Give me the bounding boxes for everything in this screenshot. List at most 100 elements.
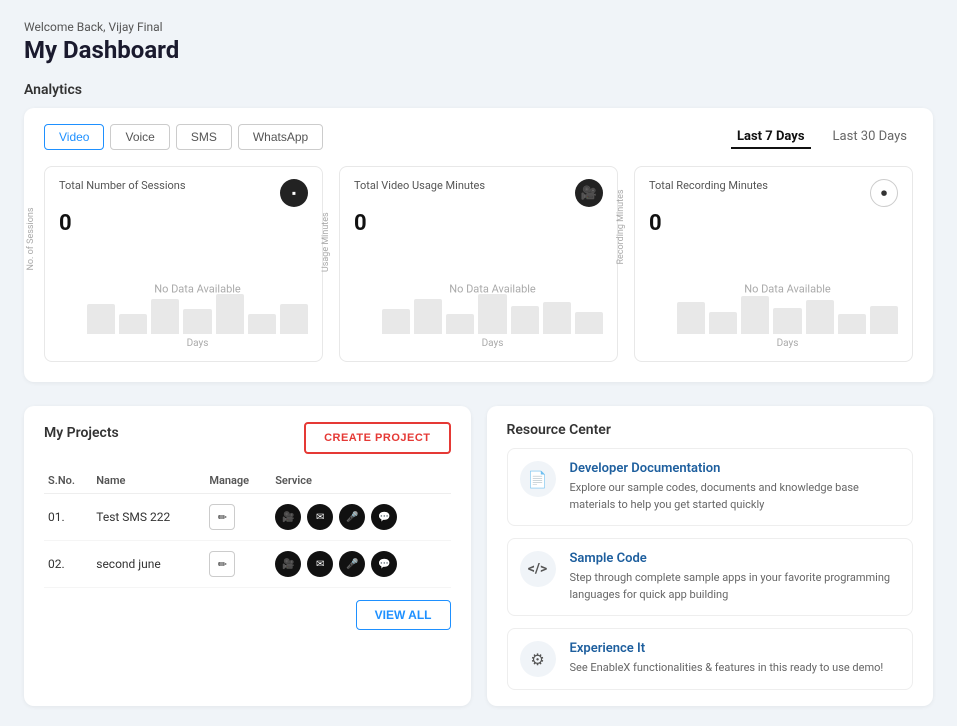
row1-name: Test SMS 222 (92, 494, 205, 541)
service-icons-row1: 🎥 ✉ 🎤 💬 (275, 504, 446, 530)
row2-manage: ✏ (205, 541, 271, 588)
chart-sessions-header: Total Number of Sessions ▪ (59, 179, 308, 207)
chart-recording-header: Total Recording Minutes ⏺ (649, 179, 898, 207)
col-manage: Manage (205, 468, 271, 494)
bar (216, 294, 244, 334)
audio-icon-row1[interactable]: 🎤 (339, 504, 365, 530)
sms-icon-row2[interactable]: ✉ (307, 551, 333, 577)
chart-recording-nodata: No Data Available (744, 283, 831, 296)
projects-header: My Projects CREATE PROJECT (44, 422, 451, 454)
tab-sms[interactable]: SMS (176, 124, 232, 150)
page-title: My Dashboard (24, 36, 933, 64)
view-all-button[interactable]: VIEW ALL (356, 600, 451, 630)
sms-icon-row1[interactable]: ✉ (307, 504, 333, 530)
chart-recording-label: Total Recording Minutes (649, 179, 768, 192)
bar (87, 304, 115, 334)
chart-usage-x: Days (382, 338, 603, 349)
row1-service: 🎥 ✉ 🎤 💬 (271, 494, 450, 541)
chart-usage-value: 0 (354, 211, 603, 236)
edit-button-row1[interactable]: ✏ (209, 504, 235, 530)
bar (280, 304, 308, 334)
bar (543, 302, 571, 334)
bar (248, 314, 276, 334)
edit-button-row2[interactable]: ✏ (209, 551, 235, 577)
chart-usage-nodata: No Data Available (449, 283, 536, 296)
chart-recording-wrapper: Recording Minutes No Data Available (649, 244, 898, 349)
tab-whatsapp[interactable]: WhatsApp (238, 124, 323, 150)
resource-text-sample: Sample Code Step through complete sample… (570, 551, 901, 603)
resource-text-experience: Experience It See EnableX functionalitie… (570, 641, 884, 677)
table-header-row: S.No. Name Manage Service (44, 468, 451, 494)
row2-service: 🎥 ✉ 🎤 💬 (271, 541, 450, 588)
experience-title: Experience It (570, 641, 884, 656)
projects-title: My Projects (44, 425, 119, 441)
chart-usage-area: No Data Available (382, 244, 603, 334)
filter-7days[interactable]: Last 7 Days (731, 126, 811, 149)
bar (446, 314, 474, 334)
bottom-row: My Projects CREATE PROJECT S.No. Name Ma… (24, 406, 933, 706)
bar (478, 294, 506, 334)
chart-recording-icon: ⏺ (870, 179, 898, 207)
row2-sno: 02. (44, 541, 92, 588)
table-row: 02. second june ✏ 🎥 ✉ 🎤 💬 (44, 541, 451, 588)
whatsapp-icon-row2[interactable]: 💬 (371, 551, 397, 577)
projects-table: S.No. Name Manage Service 01. Test SMS 2… (44, 468, 451, 588)
charts-row: Total Number of Sessions ▪ 0 No. of Sess… (44, 166, 913, 362)
resource-panel: Resource Center 📄 Developer Documentatio… (487, 406, 934, 706)
analytics-card: Video Voice SMS WhatsApp Last 7 Days Las… (24, 108, 933, 382)
bar (183, 309, 211, 334)
chart-sessions-value: 0 (59, 211, 308, 236)
bar (382, 309, 410, 334)
sample-title: Sample Code (570, 551, 901, 566)
chart-sessions-wrapper: No. of Sessions No Data Available (59, 244, 308, 349)
tabs-left: Video Voice SMS WhatsApp (44, 124, 323, 150)
row1-manage: ✏ (205, 494, 271, 541)
row1-sno: 01. (44, 494, 92, 541)
sample-code-icon: </> (520, 551, 556, 587)
chart-usage-wrapper: Usage Minutes No Data Available (354, 244, 603, 349)
sample-description: Step through complete sample apps in you… (570, 570, 901, 603)
bar (575, 312, 603, 334)
video-icon-row2[interactable]: 🎥 (275, 551, 301, 577)
bar (414, 299, 442, 334)
chart-sessions-icon: ▪ (280, 179, 308, 207)
chart-usage-header: Total Video Usage Minutes 🎥 (354, 179, 603, 207)
service-icons-row2: 🎥 ✉ 🎤 💬 (275, 551, 446, 577)
tab-video[interactable]: Video (44, 124, 104, 150)
chart-sessions-area: No Data Available (87, 244, 308, 334)
resource-title: Resource Center (507, 422, 914, 438)
row2-name: second june (92, 541, 205, 588)
bar (838, 314, 866, 334)
video-icon-row1[interactable]: 🎥 (275, 504, 301, 530)
docs-description: Explore our sample codes, documents and … (570, 480, 901, 513)
resource-card-experience[interactable]: ⚙ Experience It See EnableX functionalit… (507, 628, 914, 690)
bar (709, 312, 737, 334)
bar (806, 300, 834, 334)
audio-icon-row2[interactable]: 🎤 (339, 551, 365, 577)
chart-recording: Total Recording Minutes ⏺ 0 Recording Mi… (634, 166, 913, 362)
chart-recording-area: No Data Available (677, 244, 898, 334)
whatsapp-icon-row1[interactable]: 💬 (371, 504, 397, 530)
chart-sessions-y: No. of Sessions (26, 207, 36, 270)
chart-usage-label: Total Video Usage Minutes (354, 179, 485, 192)
page-wrapper: Welcome Back, Vijay Final My Dashboard A… (0, 0, 957, 726)
col-sno: S.No. (44, 468, 92, 494)
chart-recording-value: 0 (649, 211, 898, 236)
docs-title: Developer Documentation (570, 461, 901, 476)
resource-text-docs: Developer Documentation Explore our samp… (570, 461, 901, 513)
resource-card-sample[interactable]: </> Sample Code Step through complete sa… (507, 538, 914, 616)
resource-cards: 📄 Developer Documentation Explore our sa… (507, 448, 914, 690)
filter-30days[interactable]: Last 30 Days (827, 126, 913, 149)
bar (773, 308, 801, 334)
create-project-button[interactable]: CREATE PROJECT (304, 422, 450, 454)
chart-recording-y: Recording Minutes (616, 189, 626, 264)
bar (870, 306, 898, 334)
tabs-row: Video Voice SMS WhatsApp Last 7 Days Las… (44, 124, 913, 150)
view-all-row: VIEW ALL (44, 600, 451, 630)
resource-card-docs[interactable]: 📄 Developer Documentation Explore our sa… (507, 448, 914, 526)
bar (741, 296, 769, 334)
tab-voice[interactable]: Voice (110, 124, 169, 150)
projects-panel: My Projects CREATE PROJECT S.No. Name Ma… (24, 406, 471, 706)
bar (151, 299, 179, 334)
experience-description: See EnableX functionalities & features i… (570, 660, 884, 677)
